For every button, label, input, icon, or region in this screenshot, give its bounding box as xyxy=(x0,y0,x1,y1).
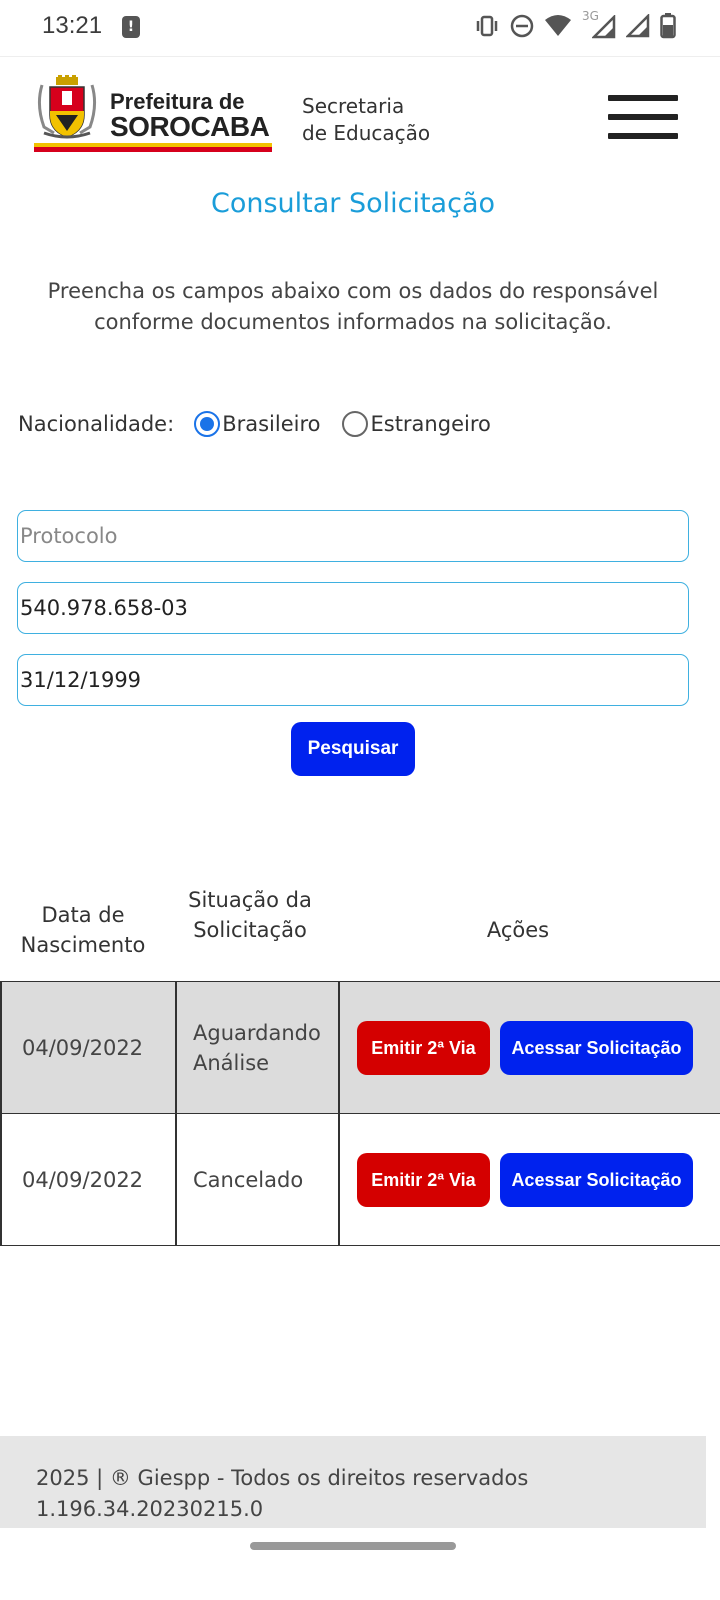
cpf-input[interactable] xyxy=(17,582,689,634)
table-row: 04/09/2022 Cancelado Emitir 2ª Via Acess… xyxy=(0,1114,720,1246)
row-status: Cancelado xyxy=(193,1167,304,1192)
menu-bar xyxy=(608,95,678,101)
row-divider xyxy=(338,1114,340,1245)
footer-copyright: 2025 | ® Giespp - Todos os direitos rese… xyxy=(36,1466,529,1490)
page-title: Consultar Solicitação xyxy=(210,188,496,219)
logo-stripe-red xyxy=(34,147,272,152)
radio-estrangeiro[interactable] xyxy=(342,411,369,437)
nationality-label: Nacionalidade: xyxy=(18,412,175,436)
row-divider xyxy=(175,1114,177,1245)
signal-icon xyxy=(592,15,616,39)
menu-bar xyxy=(608,133,678,139)
header-status: Situação da Solicitação xyxy=(188,888,312,942)
row-divider xyxy=(0,982,2,1113)
dnd-icon xyxy=(510,14,534,38)
table-row: 04/09/2022 Aguardando Análise Emitir 2ª … xyxy=(0,982,720,1114)
row-birth-date: 04/09/2022 xyxy=(22,1167,144,1192)
nationality-group: Nacionalidade: Brasileiro Estrangeiro xyxy=(18,404,513,444)
wifi-icon xyxy=(545,15,571,36)
access-request-button[interactable]: Acessar Solicitação xyxy=(500,1021,693,1075)
row-divider xyxy=(0,1114,2,1245)
search-button[interactable]: Pesquisar xyxy=(291,722,415,776)
logo-line-2: SOROCABA xyxy=(110,111,270,142)
access-request-button[interactable]: Acessar Solicitação xyxy=(500,1153,693,1207)
results-table: Data de Nascimento Situação da Solicitaç… xyxy=(0,880,720,1246)
signal-icon xyxy=(626,14,650,38)
emit-second-copy-button[interactable]: Emitir 2ª Via xyxy=(357,1153,490,1207)
status-time: 13:21 xyxy=(42,12,103,39)
row-status: Aguardando Análise xyxy=(193,1020,321,1075)
signal-3g: 3G xyxy=(582,9,616,39)
menu-bar xyxy=(608,114,678,120)
prefeitura-logo[interactable]: Prefeitura de SOROCABA xyxy=(34,73,274,155)
menu-icon[interactable] xyxy=(608,95,680,143)
secretaria-line-1: Secretaria xyxy=(302,94,405,118)
radio-estrangeiro-label[interactable]: Estrangeiro xyxy=(370,412,490,436)
radio-brasileiro[interactable] xyxy=(194,411,221,437)
footer-version: 1.196.34.20230215.0 xyxy=(36,1497,264,1521)
gesture-home-bar[interactable] xyxy=(250,1542,456,1550)
status-icons: 3G xyxy=(474,9,676,40)
secretaria-label: Secretaria de Educação xyxy=(302,93,430,147)
city-crest-icon xyxy=(37,75,97,139)
site-header: Prefeitura de SOROCABA Secretaria de Edu… xyxy=(0,56,720,168)
intro-text: Preencha os campos abaixo com os dados d… xyxy=(47,279,659,334)
row-divider xyxy=(338,982,340,1113)
row-divider xyxy=(175,982,177,1113)
emit-second-copy-button[interactable]: Emitir 2ª Via xyxy=(357,1021,490,1075)
protocol-input[interactable] xyxy=(17,510,689,562)
radio-brasileiro-label[interactable]: Brasileiro xyxy=(222,412,320,436)
header-actions: Ações xyxy=(486,918,550,942)
header-birth-date: Data de Nascimento xyxy=(20,903,146,957)
secretaria-line-2: de Educação xyxy=(302,121,431,145)
vibrate-icon xyxy=(476,15,498,37)
battery-icon xyxy=(660,13,676,39)
notification-icon: ! xyxy=(122,16,140,38)
status-bar: 13:21 ! 3G xyxy=(0,0,720,54)
birth-date-input[interactable] xyxy=(17,654,689,706)
row-birth-date: 04/09/2022 xyxy=(22,1035,144,1060)
page-footer: 2025 | ® Giespp - Todos os direitos rese… xyxy=(0,1436,706,1528)
table-header: Data de Nascimento Situação da Solicitaç… xyxy=(0,880,720,982)
